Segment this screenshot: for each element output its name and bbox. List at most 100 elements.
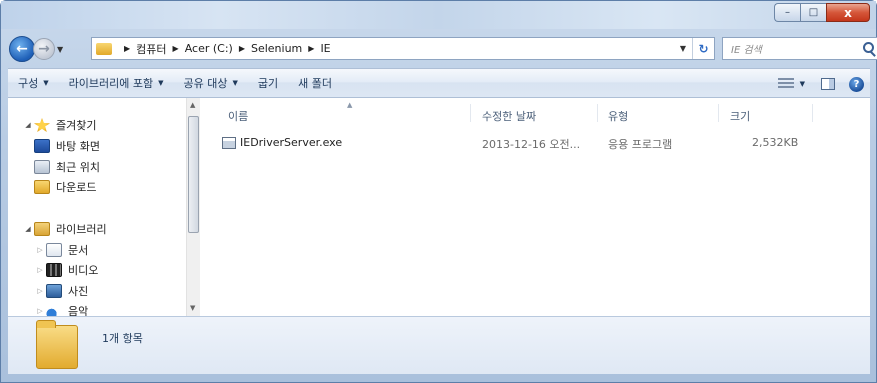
chevron-right-icon[interactable]: ▶ bbox=[173, 44, 179, 53]
sidebar-item-downloads[interactable]: 다운로드 bbox=[34, 178, 96, 196]
column-header-modified[interactable]: 수정한 날짜 bbox=[482, 108, 536, 124]
column-divider[interactable] bbox=[597, 104, 598, 122]
sidebar-item-videos[interactable]: ▷ 비디오 bbox=[34, 261, 98, 279]
table-row[interactable]: IEDriverServer.exe 2013-12-16 오전... 응용 프… bbox=[200, 134, 870, 152]
navigation-pane: ◢ 즐겨찾기 바탕 화면 최근 위치 다운로드 ◢ 라이브러리 ▷ 문서 ▷ 비… bbox=[8, 98, 186, 316]
sidebar-item-label: 음악 bbox=[68, 305, 89, 316]
sidebar-item-desktop[interactable]: 바탕 화면 bbox=[34, 137, 100, 155]
expand-arrow-icon[interactable]: ◢ bbox=[22, 121, 34, 129]
item-count: 1개 항목 bbox=[102, 332, 143, 345]
search-icon[interactable] bbox=[863, 42, 874, 53]
collapsed-arrow-icon[interactable]: ▷ bbox=[34, 287, 46, 295]
share-with-label: 공유 대상 bbox=[183, 77, 228, 90]
scrollbar-thumb[interactable] bbox=[188, 116, 199, 233]
share-with-menu[interactable]: 공유 대상 ▼ bbox=[174, 72, 248, 94]
star-icon bbox=[34, 118, 50, 132]
preview-pane-icon[interactable] bbox=[821, 78, 835, 90]
sidebar-item-recent-places[interactable]: 최근 위치 bbox=[34, 158, 100, 176]
chevron-right-icon[interactable]: ▶ bbox=[308, 44, 314, 53]
content-area: ◢ 즐겨찾기 바탕 화면 최근 위치 다운로드 ◢ 라이브러리 ▷ 문서 ▷ 비… bbox=[8, 98, 870, 316]
folder-icon bbox=[36, 320, 78, 369]
refresh-button[interactable]: ↻ bbox=[692, 38, 714, 59]
burn-button[interactable]: 굽기 bbox=[248, 72, 288, 94]
chevron-down-icon: ▼ bbox=[232, 79, 238, 87]
details-pane: 1개 항목 bbox=[8, 316, 870, 374]
library-icon bbox=[34, 222, 50, 236]
chevron-right-icon[interactable]: ▶ bbox=[239, 44, 245, 53]
organize-menu[interactable]: 구성 ▼ bbox=[8, 72, 59, 94]
command-bar: 구성 ▼ 라이브러리에 포함 ▼ 공유 대상 ▼ 굽기 새 폴더 ▼ ? bbox=[8, 68, 870, 98]
breadcrumb-drive-c[interactable]: Acer (C:) bbox=[185, 42, 233, 55]
collapsed-arrow-icon[interactable]: ▷ bbox=[34, 246, 46, 254]
sidebar-item-label: 사진 bbox=[68, 285, 89, 298]
chevron-down-icon: ▼ bbox=[158, 79, 164, 87]
sidebar-item-label: 즐겨찾기 bbox=[56, 119, 97, 132]
maximize-button[interactable]: □ bbox=[800, 3, 826, 22]
column-divider[interactable] bbox=[470, 104, 471, 122]
scroll-up-icon[interactable]: ▲ bbox=[190, 101, 195, 109]
column-header-type[interactable]: 유형 bbox=[608, 108, 628, 124]
address-history-dropdown-icon[interactable]: ▼ bbox=[674, 44, 692, 53]
chevron-right-icon[interactable]: ▶ bbox=[124, 44, 130, 53]
address-actions: ▼ ↻ bbox=[674, 38, 714, 59]
file-list: ▲ 이름 수정한 날짜 유형 크기 IEDriverServer.exe 201… bbox=[200, 98, 870, 316]
application-icon bbox=[222, 137, 236, 149]
column-divider[interactable] bbox=[718, 104, 719, 122]
search-input[interactable]: IE 검색 bbox=[722, 37, 877, 60]
folder-icon bbox=[96, 42, 112, 55]
window-controls: – □ x bbox=[774, 3, 870, 23]
back-button[interactable]: ← bbox=[9, 36, 35, 62]
column-divider[interactable] bbox=[812, 104, 813, 122]
column-header-name[interactable]: 이름 bbox=[228, 108, 248, 124]
new-folder-button[interactable]: 새 폴더 bbox=[288, 72, 342, 94]
downloads-icon bbox=[34, 180, 50, 194]
collapsed-arrow-icon[interactable]: ▷ bbox=[34, 266, 46, 274]
breadcrumb-ie[interactable]: IE bbox=[320, 42, 330, 55]
address-bar[interactable]: ▶ 컴퓨터 ▶ Acer (C:) ▶ Selenium ▶ IE ▼ ↻ bbox=[91, 37, 715, 60]
column-header-size[interactable]: 크기 bbox=[730, 108, 750, 124]
file-modified: 2013-12-16 오전... bbox=[482, 138, 581, 151]
file-size: 2,532KB bbox=[752, 136, 799, 149]
sidebar-item-label: 비디오 bbox=[68, 264, 99, 277]
recent-pages-dropdown-icon[interactable]: ▼ bbox=[57, 45, 63, 54]
expand-arrow-icon[interactable]: ◢ bbox=[22, 225, 34, 233]
view-options-icon[interactable] bbox=[777, 78, 794, 90]
documents-icon bbox=[46, 243, 62, 257]
sidebar-item-music[interactable]: ▷ 음악 bbox=[34, 302, 88, 316]
navigation-scrollbar[interactable]: ▲ ▼ bbox=[186, 98, 200, 316]
sort-up-icon: ▲ bbox=[347, 101, 353, 109]
recent-places-icon bbox=[34, 160, 50, 174]
scroll-down-icon[interactable]: ▼ bbox=[190, 304, 195, 312]
organize-label: 구성 bbox=[18, 77, 39, 90]
chevron-down-icon: ▼ bbox=[43, 79, 49, 87]
collapsed-arrow-icon[interactable]: ▷ bbox=[34, 307, 46, 315]
sidebar-item-documents[interactable]: ▷ 문서 bbox=[34, 241, 88, 259]
video-icon bbox=[46, 263, 62, 277]
sidebar-item-pictures[interactable]: ▷ 사진 bbox=[34, 282, 88, 300]
file-name[interactable]: IEDriverServer.exe bbox=[240, 136, 342, 149]
close-button[interactable]: x bbox=[826, 3, 870, 22]
help-icon[interactable]: ? bbox=[849, 76, 864, 92]
breadcrumb-computer[interactable]: 컴퓨터 bbox=[136, 41, 166, 57]
sidebar-item-label: 다운로드 bbox=[56, 181, 97, 194]
forward-button[interactable]: → bbox=[33, 38, 55, 60]
include-in-library-menu[interactable]: 라이브러리에 포함 ▼ bbox=[59, 72, 174, 94]
search-placeholder: IE 검색 bbox=[731, 45, 762, 56]
chevron-down-icon[interactable]: ▼ bbox=[800, 80, 805, 88]
music-icon bbox=[46, 304, 62, 316]
sidebar-item-libraries[interactable]: ◢ 라이브러리 bbox=[22, 220, 107, 238]
file-type: 응용 프로그램 bbox=[608, 138, 673, 151]
sidebar-item-label: 최근 위치 bbox=[56, 161, 100, 174]
new-folder-label: 새 폴더 bbox=[298, 77, 332, 90]
minimize-button[interactable]: – bbox=[774, 3, 800, 22]
navigation-row: ← → ▼ ▶ 컴퓨터 ▶ Acer (C:) ▶ Selenium ▶ IE … bbox=[9, 34, 877, 64]
sidebar-item-label: 문서 bbox=[68, 244, 89, 257]
view-controls: ▼ ? bbox=[772, 73, 864, 95]
title-bar[interactable] bbox=[1, 1, 876, 29]
sidebar-item-label: 바탕 화면 bbox=[56, 140, 100, 153]
breadcrumb-selenium[interactable]: Selenium bbox=[251, 42, 302, 55]
sidebar-item-label: 라이브러리 bbox=[56, 223, 107, 236]
sidebar-item-favorites[interactable]: ◢ 즐겨찾기 bbox=[22, 116, 96, 134]
desktop-icon bbox=[34, 139, 50, 153]
include-in-library-label: 라이브러리에 포함 bbox=[68, 77, 154, 90]
